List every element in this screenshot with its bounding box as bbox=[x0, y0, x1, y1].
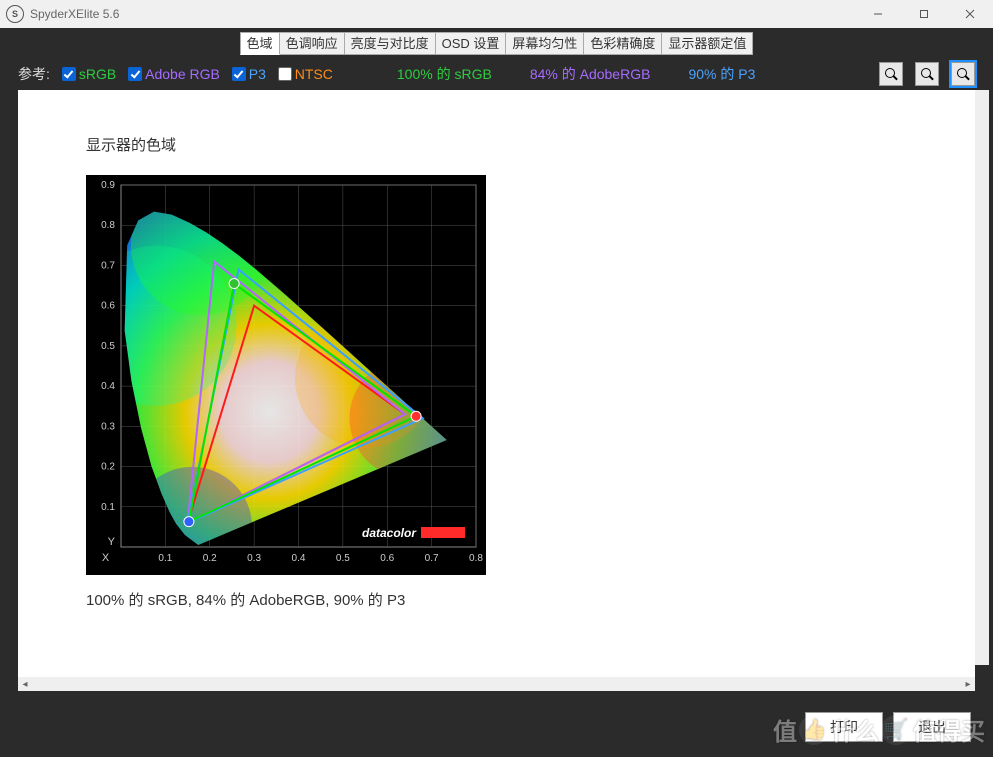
stat-adobe: 84% 的 AdobeRGB bbox=[530, 64, 651, 84]
tab-0[interactable]: 色域 bbox=[240, 32, 280, 55]
scroll-right-arrow-icon[interactable]: ▸ bbox=[961, 677, 975, 691]
magnifier-minus-icon bbox=[921, 68, 933, 80]
check-ntsc[interactable] bbox=[278, 67, 292, 81]
tab-6[interactable]: 显示器额定值 bbox=[661, 32, 753, 55]
window-title: SpyderXElite 5.6 bbox=[30, 7, 119, 21]
tab-strip: 色域色调响应亮度与对比度OSD 设置屏幕均匀性色彩精确度显示器额定值 bbox=[4, 32, 989, 54]
svg-text:0.9: 0.9 bbox=[101, 180, 115, 191]
window-titlebar: S SpyderXElite 5.6 bbox=[0, 0, 993, 29]
svg-text:0.4: 0.4 bbox=[292, 553, 306, 564]
zoom-out-button[interactable] bbox=[915, 62, 939, 86]
minimize-button[interactable] bbox=[855, 0, 901, 28]
svg-text:0.2: 0.2 bbox=[203, 553, 217, 564]
tab-1[interactable]: 色调响应 bbox=[279, 32, 345, 55]
svg-text:0.6: 0.6 bbox=[101, 301, 115, 312]
scroll-left-arrow-icon[interactable]: ◂ bbox=[18, 677, 32, 691]
check-adobergb[interactable] bbox=[128, 67, 142, 81]
check-label-0: sRGB bbox=[79, 66, 116, 82]
svg-text:0.7: 0.7 bbox=[101, 260, 115, 271]
stat-p3: 90% 的 P3 bbox=[688, 64, 755, 84]
vertical-scrollbar[interactable] bbox=[975, 90, 989, 665]
svg-text:0.8: 0.8 bbox=[101, 220, 115, 231]
horizontal-scrollbar[interactable]: ◂ ▸ bbox=[18, 677, 975, 691]
svg-text:0.4: 0.4 bbox=[101, 381, 115, 392]
svg-text:Y: Y bbox=[108, 536, 116, 548]
document-caption: 100% 的 sRGB, 84% 的 AdobeRGB, 90% 的 P3 bbox=[86, 589, 907, 610]
svg-text:0.3: 0.3 bbox=[101, 421, 115, 432]
check-label-1: Adobe RGB bbox=[145, 66, 220, 82]
maximize-button[interactable] bbox=[901, 0, 947, 28]
check-srgb[interactable] bbox=[62, 67, 76, 81]
magnifier-plus-icon bbox=[885, 68, 897, 80]
bottom-bar: 打印 退出 bbox=[0, 697, 993, 757]
svg-text:0.8: 0.8 bbox=[469, 553, 483, 564]
tab-5[interactable]: 色彩精确度 bbox=[583, 32, 662, 55]
check-p3[interactable] bbox=[232, 67, 246, 81]
reference-label: 参考: bbox=[18, 64, 50, 84]
svg-text:0.5: 0.5 bbox=[336, 553, 350, 564]
document-heading: 显示器的色域 bbox=[86, 134, 907, 155]
svg-text:0.5: 0.5 bbox=[101, 341, 115, 352]
svg-text:datacolor: datacolor bbox=[362, 526, 417, 540]
magnifier-fit-icon bbox=[957, 68, 969, 80]
svg-text:0.1: 0.1 bbox=[101, 502, 115, 513]
zoom-fit-button[interactable] bbox=[951, 62, 975, 86]
app-icon: S bbox=[6, 5, 24, 23]
svg-text:0.3: 0.3 bbox=[247, 553, 261, 564]
check-label-3: NTSC bbox=[295, 66, 333, 82]
exit-button[interactable]: 退出 bbox=[893, 712, 971, 742]
svg-text:0.7: 0.7 bbox=[425, 553, 439, 564]
svg-text:0.1: 0.1 bbox=[158, 553, 172, 564]
tab-2[interactable]: 亮度与对比度 bbox=[344, 32, 436, 55]
client-area: 色域色调响应亮度与对比度OSD 设置屏幕均匀性色彩精确度显示器额定值 参考: s… bbox=[0, 28, 993, 757]
svg-text:X: X bbox=[102, 552, 110, 564]
zoom-in-button[interactable] bbox=[879, 62, 903, 86]
gamut-toolbar: 参考: sRGB Adobe RGB P3 NTSC 100% 的 sRGB 8… bbox=[4, 54, 989, 94]
stat-srgb: 100% 的 sRGB bbox=[397, 64, 492, 84]
close-button[interactable] bbox=[947, 0, 993, 28]
svg-text:0.2: 0.2 bbox=[101, 462, 115, 473]
tab-4[interactable]: 屏幕均匀性 bbox=[505, 32, 584, 55]
document-pane: 显示器的色域 0.1 0.2 0.3 0.4 0.5 0.6 0.7 0.8 0.1 0.2 0.3… bbox=[18, 90, 975, 679]
check-label-2: P3 bbox=[249, 66, 266, 82]
gamut-chart: 0.1 0.2 0.3 0.4 0.5 0.6 0.7 0.8 0.1 0.2 0.3 0.4 0.5 0… bbox=[86, 175, 486, 575]
tab-3[interactable]: OSD 设置 bbox=[435, 32, 507, 55]
svg-text:0.6: 0.6 bbox=[380, 553, 394, 564]
print-button[interactable]: 打印 bbox=[805, 712, 883, 742]
